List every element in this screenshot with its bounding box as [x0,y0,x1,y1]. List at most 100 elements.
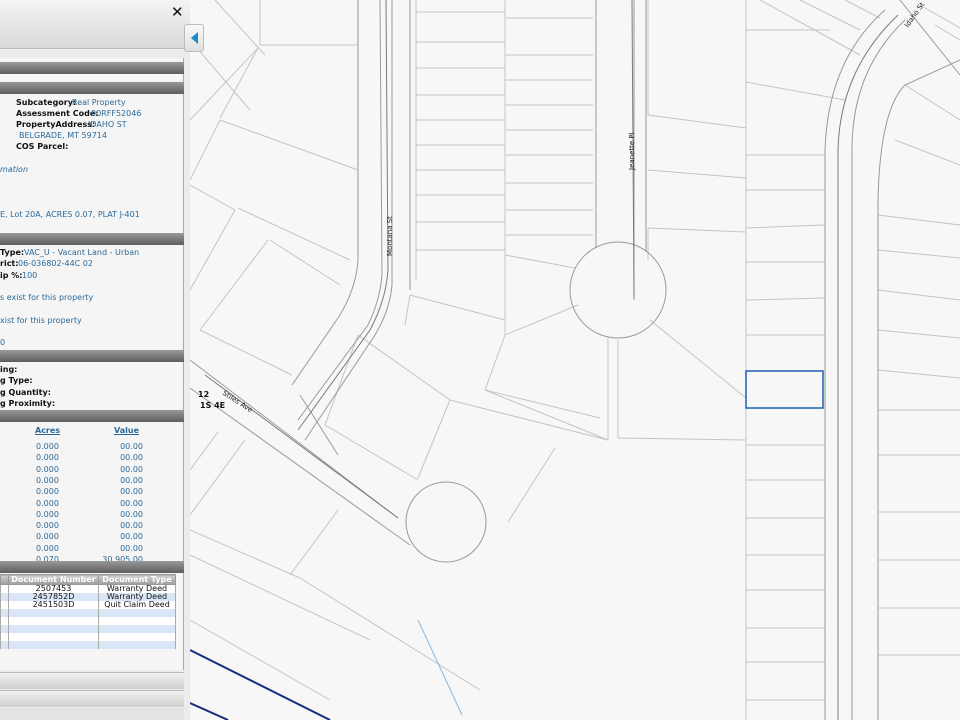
parking-label: ing: [0,365,18,374]
parking-quantity-label: g Quantity: [0,388,51,397]
value-cell: 00.00 [120,532,143,542]
acres-cell: 0.000 [36,475,59,485]
value-cell: 00.00 [120,509,143,519]
acres-cell: 0.000 [36,498,59,508]
acres-cell: 0.000 [36,509,59,519]
document-type-cell: Warranty Deed [98,584,176,593]
township-range-label: 1S 4E [200,401,225,410]
section-bar-land [0,233,184,245]
assessment-code-label: Assessment Code: [16,109,99,118]
stiles-ave-label: Stiles Ave [221,389,254,414]
doc-col-blank [0,574,9,585]
road-edges [190,0,960,720]
panel-footer-bar-3 [0,708,184,720]
table-row[interactable]: 2507453 Warranty Deed [0,584,176,593]
value-cell: 00.00 [120,453,143,463]
tax-district-label: rict: [0,259,19,268]
selected-parcel[interactable] [745,370,824,409]
document-type-header: Document Type [98,574,176,585]
table-row[interactable] [0,633,176,641]
panel-header: ✕ [0,0,190,49]
document-number-cell: 2451503D [8,601,99,609]
table-row[interactable]: 2457852D Warranty Deed [0,593,176,601]
acres-cell: 0.000 [36,487,59,497]
document-type-cell: Quit Claim Deed [98,601,176,609]
property-address-label: PropertyAddress: [16,120,96,129]
document-number-cell [8,641,99,649]
cos-parcel-label: COS Parcel: [16,142,69,151]
acres-cell: 0.000 [36,532,59,542]
document-type-cell: Warranty Deed [98,593,176,601]
row-spacer-cell [0,625,9,633]
document-type-cell [98,641,176,649]
stream-line [417,619,463,716]
acres-header: Acres [35,426,61,435]
montana-st-label: Montana St [386,216,394,256]
section-number-label: 12 [198,390,209,399]
acres-cell: 0.000 [36,464,59,474]
section-bar-land-values [0,410,184,422]
acres-cell: 0.000 [36,453,59,463]
row-spacer-cell [0,609,9,617]
section-bar-parking [0,350,184,362]
panel-footer-bar-2 [0,690,184,707]
acres-cell: 0.000 [36,543,59,553]
land-type-label: Type: [0,248,25,257]
truncated-link[interactable]: 0 [0,338,5,348]
subcategory-label: Subcategory: [16,98,77,107]
map-view[interactable]: Montana St Jeanette Pl Idaho St Stiles A… [190,0,960,720]
value-cell: 00.00 [120,464,143,474]
idaho-st-label: Idaho St [903,1,926,29]
row-spacer-cell [0,633,9,641]
land-type-value: VAC_U - Vacant Land - Urban [24,248,140,257]
ownership-value: 100 [22,271,38,280]
table-row[interactable]: 2451503D Quit Claim Deed [0,601,176,609]
tax-district-value: 06-036802-44C 02 [18,259,93,268]
property-info-panel: ✕ Subcategory: Real Property Assessment … [0,0,190,720]
table-row[interactable] [0,609,176,617]
more-information-link[interactable]: mation [0,165,28,175]
collapse-panel-button[interactable] [184,24,204,52]
section-bar-documents [0,561,184,573]
document-number-cell [8,633,99,641]
document-type-cell [98,625,176,633]
property-records-link-1[interactable]: s exist for this property [0,293,93,303]
table-row[interactable] [0,625,176,633]
assessment-code-value: 00RFF52046 [91,109,142,118]
row-spacer-cell [0,641,9,649]
close-icon[interactable]: ✕ [171,3,184,21]
document-number-header: Document Number [8,574,99,585]
property-records-link-2[interactable]: xist for this property [0,316,82,326]
acres-cell: 0.000 [36,521,59,531]
document-type-cell [98,617,176,625]
row-spacer-cell [0,593,9,601]
table-row[interactable] [0,641,176,649]
row-spacer-cell [0,617,9,625]
value-cell: 00.00 [120,487,143,497]
value-cell: 00.00 [120,442,143,451]
documents-table: Document Number Document Type 2507453 War… [0,574,176,649]
document-number-cell [8,625,99,633]
value-header: Value [114,426,140,435]
section-bar-property [0,82,184,94]
legal-description: E, Lot 20A, ACRES 0.07, PLAT J-401 [0,210,140,219]
parking-type-label: g Type: [0,376,33,385]
jeanette-pl-label: Jeanette Pl [628,132,636,171]
document-number-cell [8,617,99,625]
parking-proximity-label: g Proximity: [0,399,56,408]
section-bar-general [0,62,184,74]
table-row[interactable] [0,617,176,625]
property-address-line1: IDAHO ST [88,120,127,129]
document-number-cell [8,609,99,617]
row-spacer-cell [0,601,9,609]
ownership-label: ip %: [0,271,23,280]
parcel-map[interactable]: Montana St Jeanette Pl Idaho St Stiles A… [190,0,960,720]
document-number-cell: 2507453 [8,584,99,593]
value-cell: 00.00 [120,475,143,485]
subcategory-value: Real Property [72,98,126,107]
parcel-lines [190,0,960,720]
value-cell: 00.00 [120,521,143,531]
panel-footer-bar-1 [0,672,184,689]
chevron-left-icon [191,32,198,44]
value-cell: 00.00 [120,543,143,553]
